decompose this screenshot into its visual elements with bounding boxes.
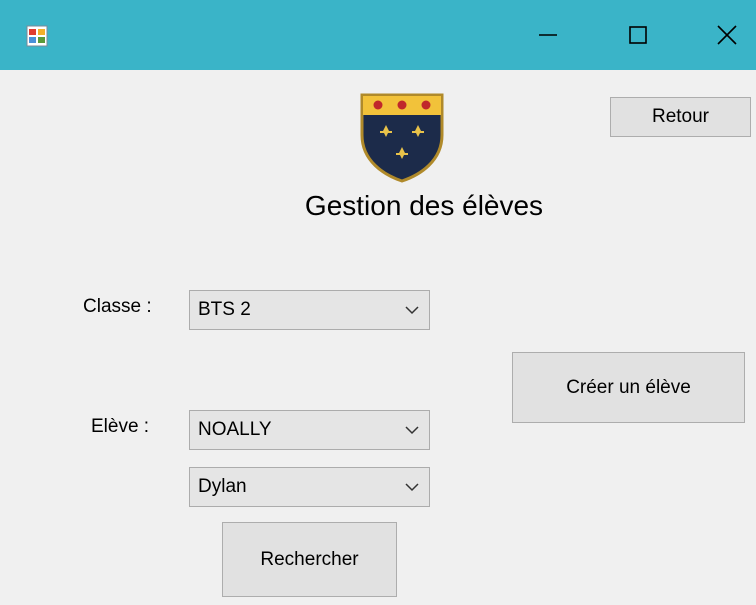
chevron-down-icon[interactable]	[395, 425, 429, 435]
form-content: Retour Gestion des élèves Classe : BTS 2…	[0, 70, 756, 605]
search-button[interactable]: Rechercher	[222, 522, 397, 597]
student-lastname-select[interactable]: NOALLY	[189, 410, 430, 450]
chevron-down-icon[interactable]	[395, 305, 429, 315]
app-icon	[26, 25, 48, 47]
student-firstname-value: Dylan	[198, 476, 247, 497]
minimize-button[interactable]	[518, 0, 578, 70]
maximize-button[interactable]	[608, 0, 668, 70]
page-title: Gestion des élèves	[304, 190, 544, 221]
school-crest-icon	[360, 93, 444, 183]
title-bar[interactable]	[0, 0, 756, 70]
close-button[interactable]	[697, 0, 756, 70]
maximize-icon	[629, 26, 647, 44]
classe-label: Classe :	[83, 296, 152, 317]
create-student-button[interactable]: Créer un élève	[512, 352, 745, 423]
eleve-label: Elève :	[91, 416, 150, 437]
close-icon	[717, 25, 737, 45]
classe-select[interactable]: BTS 2	[189, 290, 430, 330]
student-lastname-value: NOALLY	[198, 419, 272, 440]
chevron-down-icon[interactable]	[395, 482, 429, 492]
student-firstname-select[interactable]: Dylan	[189, 467, 430, 507]
minimize-icon	[539, 34, 557, 36]
back-button[interactable]: Retour	[610, 97, 751, 137]
classe-select-value: BTS 2	[198, 299, 251, 320]
